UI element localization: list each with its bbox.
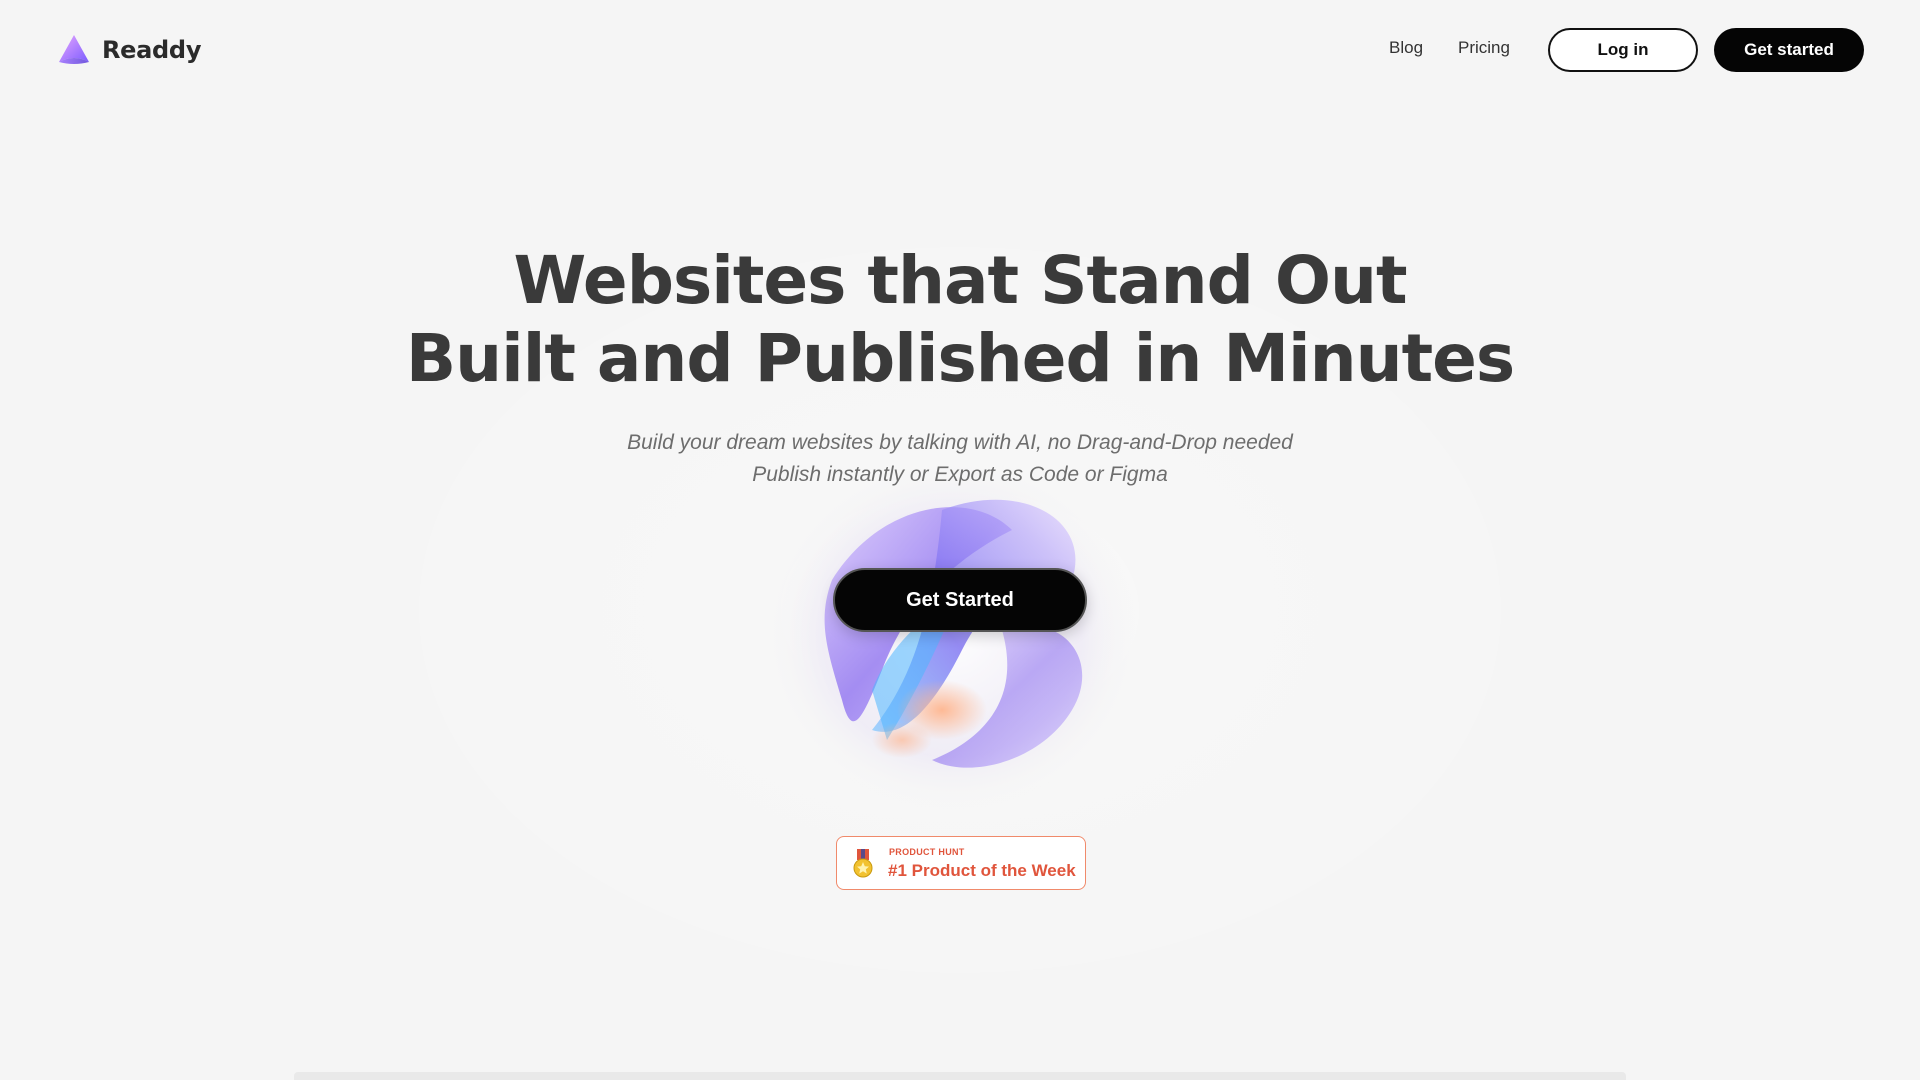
badge-title: #1 Product of the Week [888,861,1076,880]
product-hunt-badge[interactable]: PRODUCT HUNT #1 Product of the Week [836,836,1086,890]
site-header: Readdy Blog Pricing Log in Get started [0,0,1920,100]
hero-headline-line-2: Built and Published in Minutes [405,320,1515,397]
readdy-logo-icon [59,35,89,64]
login-button[interactable]: Log in [1548,28,1698,72]
hero-subheading-line-1: Build your dream websites by talking wit… [627,431,1293,454]
badge-kicker: PRODUCT HUNT [889,847,965,857]
brand-logo[interactable]: Readdy [56,32,201,68]
hero-get-started-button[interactable]: Get Started [833,568,1087,632]
landing-page: Readdy Blog Pricing Log in Get started W… [0,0,1920,1080]
nav-link-pricing[interactable]: Pricing [1458,38,1510,58]
hero-subheading-line-2: Publish instantly or Export as Code or F… [752,463,1168,486]
nav-link-blog[interactable]: Blog [1389,38,1423,58]
hero-headline-line-1: Websites that Stand Out [513,242,1407,319]
header-get-started-button[interactable]: Get started [1714,28,1864,72]
brand-name: Readdy [102,36,202,64]
next-section-edge [294,1072,1626,1080]
medal-icon [853,849,873,878]
